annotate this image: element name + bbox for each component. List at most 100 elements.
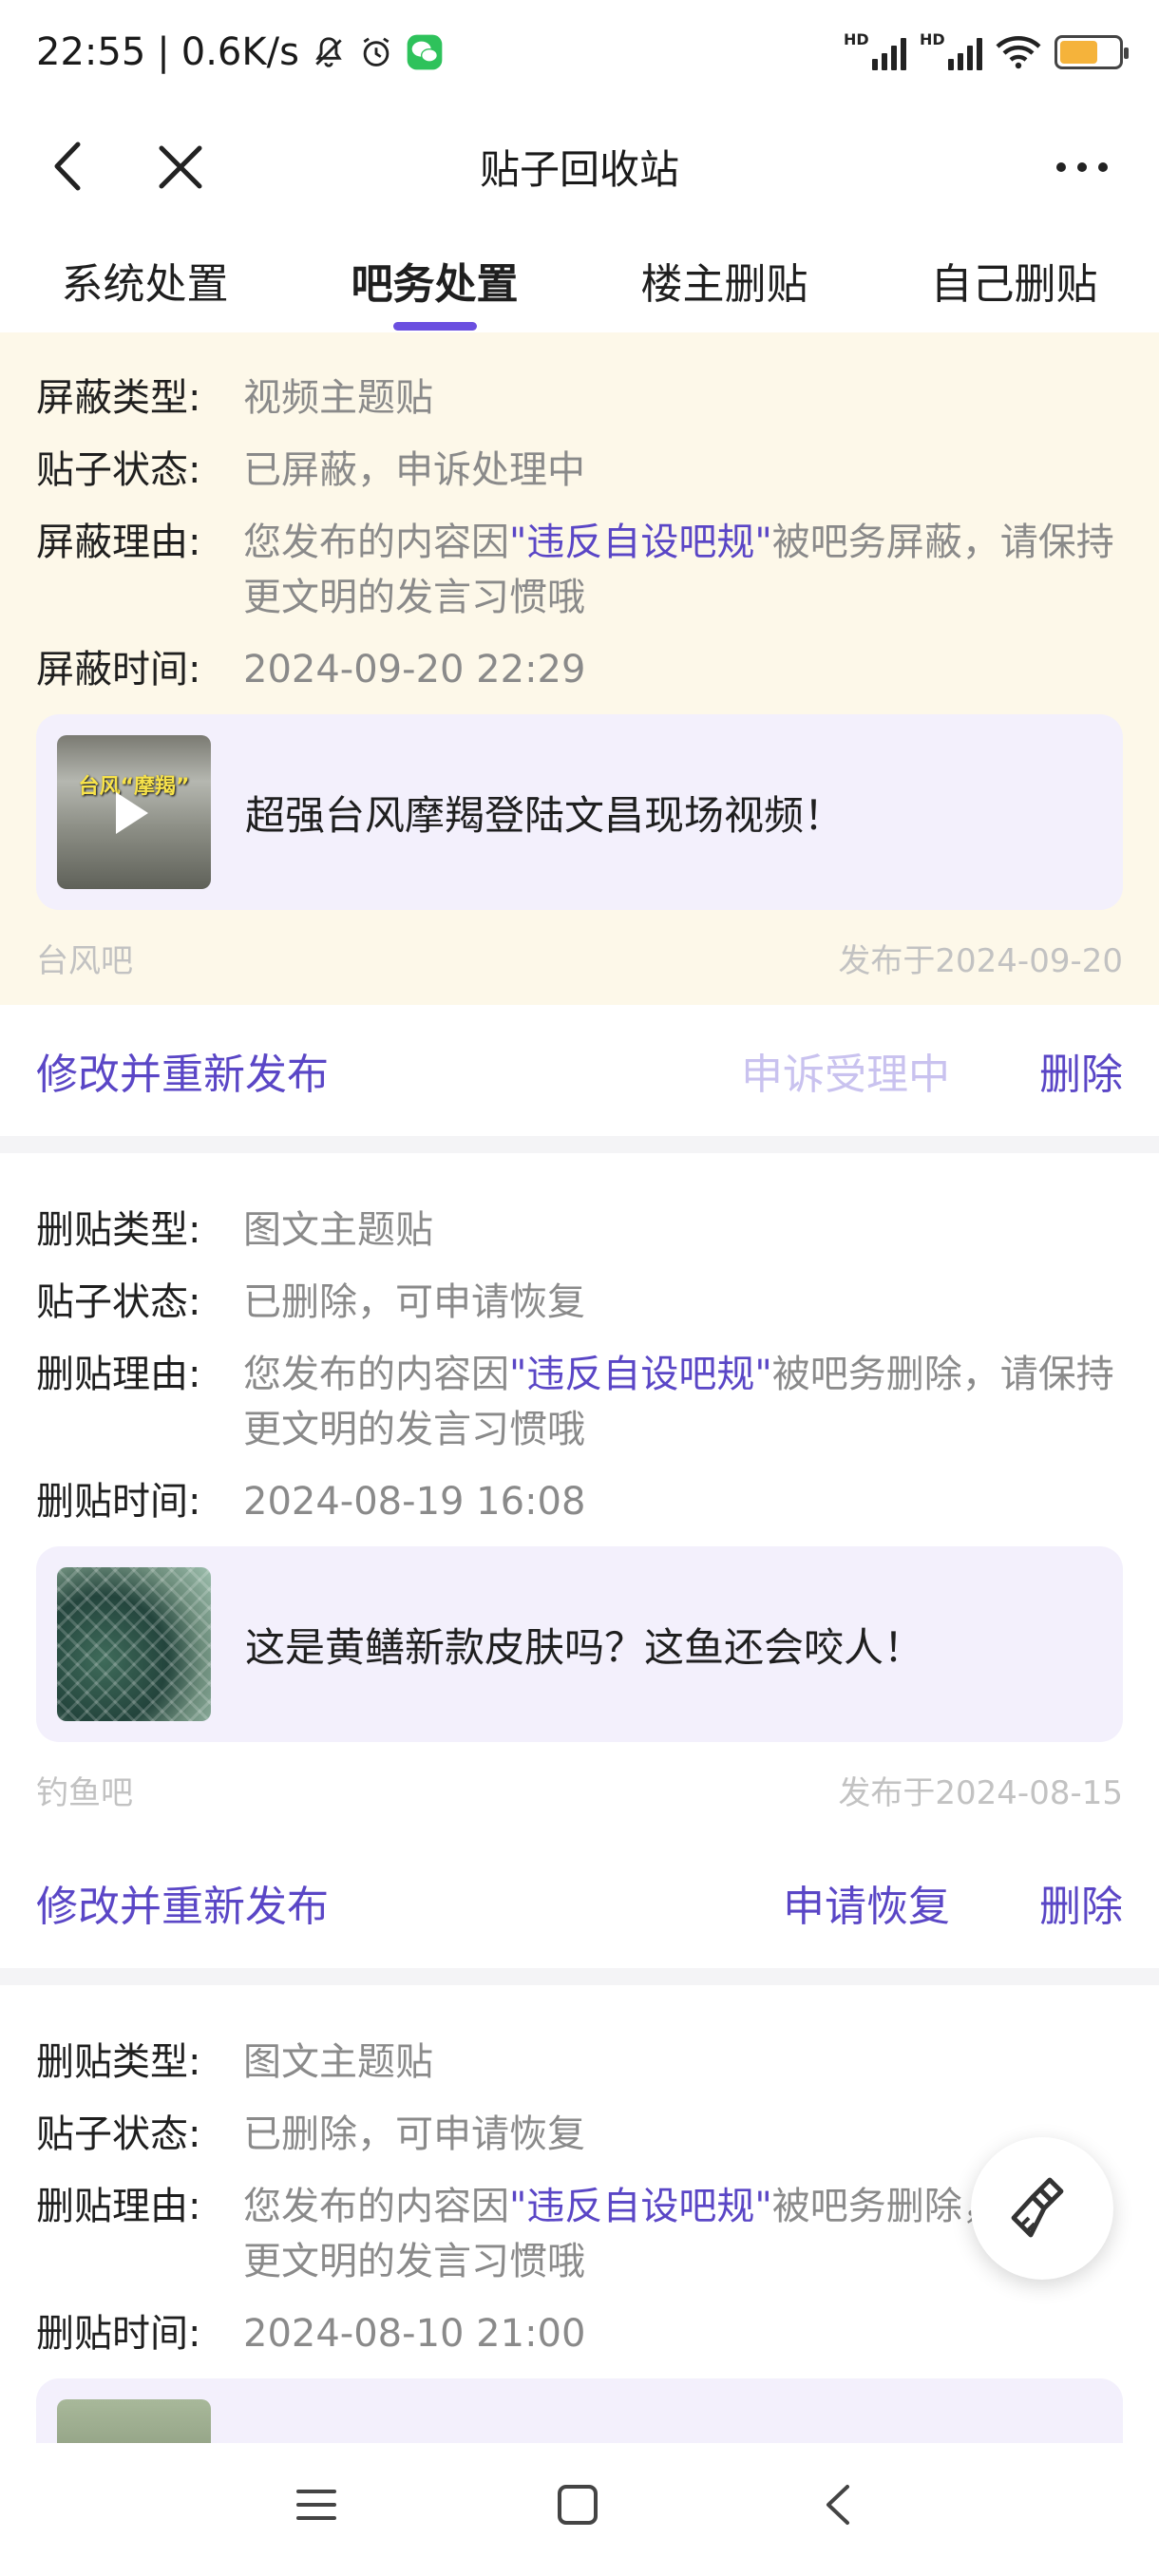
recycle-card: 删贴类型: 图文主题贴 贴子状态: 已删除，可申请恢复 删贴理由: 您发布的内容… (0, 1165, 1159, 1985)
type-label: 删贴类型: (36, 1208, 201, 1252)
card-actions: 修改并重新发布 申请恢复 删除 (0, 1837, 1159, 1968)
close-icon[interactable] (152, 139, 209, 196)
time-label: 删贴时间: (36, 1480, 201, 1524)
card-divider (0, 1968, 1159, 1985)
bell-off-icon (311, 34, 347, 70)
rule-link[interactable]: "违反自设吧规" (509, 2185, 772, 2228)
wechat-icon (406, 33, 444, 71)
broom-icon (1011, 2177, 1064, 2238)
card-actions: 修改并重新发布 申诉受理中 删除 (0, 1005, 1159, 1136)
status-label: 贴子状态: (36, 1280, 201, 1324)
signal-hd-icon: HD (920, 30, 982, 70)
rule-link[interactable]: "违反自设吧规" (509, 521, 772, 564)
reason-value: 您发布的内容因"违反自设吧规"被吧务删除，请保持更文明的发言习惯哦 (243, 1347, 1123, 1457)
reason-prefix: 您发布的内容因 (243, 2185, 509, 2228)
info-row: 删贴类型: 图文主题贴 (36, 2035, 1123, 2090)
time-label: 删贴时间: (36, 2312, 201, 2356)
post-preview[interactable]: 这是黄鳝新款皮肤吗？这鱼还会咬人！ (36, 1546, 1123, 1742)
tab-bar: 系统处置 吧务处置 楼主删贴 自己删贴 (0, 228, 1159, 332)
card-info: 屏蔽类型: 视频主题贴 贴子状态: 已屏蔽，申诉处理中 屏蔽理由: 您发布的内容… (0, 332, 1159, 1005)
post-title: 超强台风摩羯登陆文昌现场视频！ (245, 791, 845, 839)
play-icon (116, 792, 148, 834)
type-label: 删贴类型: (36, 2040, 201, 2084)
menu-icon[interactable] (294, 2483, 338, 2527)
wifi-icon (996, 34, 1041, 70)
status-left: 22:55 | 0.6K/s (36, 30, 444, 74)
battery-fill (1060, 41, 1097, 64)
nav-bar: 贴子回收站 (0, 104, 1159, 228)
tab-self-deleted[interactable]: 自己删贴 (869, 228, 1159, 332)
post-meta: 台风吧 发布于2024-09-20 (36, 910, 1123, 1005)
status-separator: | (157, 30, 170, 74)
time-label: 屏蔽时间: (36, 648, 201, 691)
chevron-left-icon[interactable] (42, 133, 99, 199)
tab-system[interactable]: 系统处置 (0, 228, 290, 332)
edit-republish-button[interactable]: 修改并重新发布 (36, 1040, 329, 1101)
reason-prefix: 您发布的内容因 (243, 521, 509, 564)
hd-label: HD (920, 30, 945, 48)
triangle-back-icon[interactable] (817, 2481, 861, 2529)
reason-label: 删贴理由: (36, 1353, 201, 1396)
delete-button[interactable]: 删除 (1039, 1040, 1123, 1101)
info-row: 删贴时间: 2024-08-10 21:00 (36, 2306, 1123, 2361)
rule-link[interactable]: "违反自设吧规" (509, 1353, 772, 1396)
reason-label: 屏蔽理由: (36, 521, 201, 564)
publish-date: 发布于2024-08-15 (838, 1773, 1123, 1812)
forum-name[interactable]: 台风吧 (36, 935, 133, 981)
time-value: 2024-09-20 22:29 (243, 648, 586, 691)
request-restore-button[interactable]: 申请恢复 (783, 1872, 950, 1933)
reason-label: 删贴理由: (36, 2185, 201, 2228)
more-horizontal-icon[interactable] (1049, 139, 1115, 196)
tab-moderator[interactable]: 吧务处置 (290, 228, 580, 332)
info-row: 贴子状态: 已删除，可申请恢复 (36, 2107, 1123, 2162)
post-preview[interactable]: 台风“摩羯” 超强台风摩羯登陆文昌现场视频！ (36, 714, 1123, 910)
status-bar: 22:55 | 0.6K/s HD HD (0, 0, 1159, 104)
status-label: 贴子状态: (36, 448, 201, 492)
status-value: 已屏蔽，申诉处理中 (243, 448, 585, 492)
type-value: 视频主题贴 (243, 376, 433, 420)
status-value: 已删除，可申请恢复 (243, 1280, 585, 1324)
clean-fab-button[interactable] (971, 2137, 1113, 2280)
system-nav-bar (0, 2443, 1159, 2576)
type-label: 屏蔽类型: (36, 376, 201, 420)
post-meta: 钓鱼吧 发布于2024-08-15 (36, 1742, 1123, 1837)
type-value: 图文主题贴 (243, 2040, 433, 2084)
battery-icon (1054, 35, 1129, 69)
info-row: 删贴理由: 您发布的内容因"违反自设吧规"被吧务删除，请保持更文明的发言习惯哦 (36, 1347, 1123, 1457)
info-row: 删贴时间: 2024-08-19 16:08 (36, 1474, 1123, 1529)
status-value: 已删除，可申请恢复 (243, 2112, 585, 2156)
info-row: 删贴理由: 您发布的内容因"违反自设吧规"被吧务删除，请保持更文明的发言习惯哦 (36, 2179, 1123, 2289)
info-row: 贴子状态: 已屏蔽，申诉处理中 (36, 443, 1123, 498)
status-right: HD HD (844, 30, 1129, 70)
info-row: 贴子状态: 已删除，可申请恢复 (36, 1275, 1123, 1330)
alarm-icon (358, 34, 394, 70)
forum-name[interactable]: 钓鱼吧 (36, 1767, 133, 1813)
recycle-card: 屏蔽类型: 视频主题贴 贴子状态: 已屏蔽，申诉处理中 屏蔽理由: 您发布的内容… (0, 332, 1159, 1153)
time-value: 2024-08-10 21:00 (243, 2312, 586, 2356)
hd-label: HD (844, 30, 869, 48)
info-row: 屏蔽时间: 2024-09-20 22:29 (36, 642, 1123, 697)
network-speed: 0.6K/s (180, 30, 299, 74)
clock: 22:55 (36, 30, 146, 74)
info-row: 屏蔽类型: 视频主题贴 (36, 370, 1123, 426)
post-thumbnail (57, 1567, 211, 1721)
info-row: 删贴类型: 图文主题贴 (36, 1203, 1123, 1258)
publish-date: 发布于2024-09-20 (838, 941, 1123, 980)
page-title: 贴子回收站 (479, 145, 679, 193)
type-value: 图文主题贴 (243, 1208, 433, 1252)
signal-hd-icon: HD (844, 30, 906, 70)
time-value: 2024-08-19 16:08 (243, 1480, 586, 1524)
post-title: 这是黄鳝新款皮肤吗？这鱼还会咬人！ (245, 1623, 924, 1671)
reason-prefix: 您发布的内容因 (243, 1353, 509, 1396)
card-divider (0, 1136, 1159, 1153)
delete-button[interactable]: 删除 (1039, 1872, 1123, 1933)
video-thumbnail: 台风“摩羯” (57, 735, 211, 889)
tab-op-deleted[interactable]: 楼主删贴 (580, 228, 869, 332)
card-info: 删贴类型: 图文主题贴 贴子状态: 已删除，可申请恢复 删贴理由: 您发布的内容… (0, 1165, 1159, 1837)
status-label: 贴子状态: (36, 2112, 201, 2156)
edit-republish-button[interactable]: 修改并重新发布 (36, 1872, 329, 1933)
info-row: 屏蔽理由: 您发布的内容因"违反自设吧规"被吧务屏蔽，请保持更文明的发言习惯哦 (36, 515, 1123, 625)
square-home-icon[interactable] (556, 2483, 599, 2527)
appeal-pending-button: 申诉受理中 (741, 1051, 950, 1099)
reason-value: 您发布的内容因"违反自设吧规"被吧务屏蔽，请保持更文明的发言习惯哦 (243, 515, 1123, 625)
